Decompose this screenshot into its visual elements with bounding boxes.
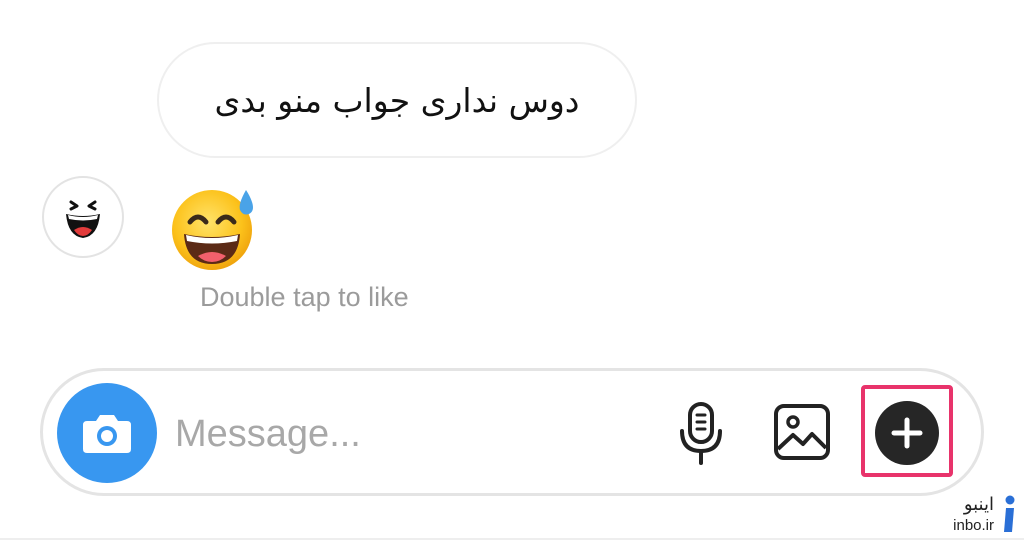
image-icon (774, 404, 830, 460)
camera-button[interactable] (57, 383, 157, 483)
inbo-logo-icon (1004, 495, 1015, 532)
message-input[interactable] (175, 407, 635, 461)
grinning-face-with-sweat-emoji-icon[interactable] (168, 180, 260, 272)
microphone-button[interactable] (673, 399, 729, 469)
watermark-fa: اینبو (963, 493, 994, 515)
chat-screen: دوس نداری جواب منو بدی Double tap to lik… (0, 0, 1024, 546)
sender-avatar[interactable] (42, 176, 124, 258)
gallery-button[interactable] (771, 401, 833, 463)
site-watermark: اینبو inbo.ir (953, 494, 1018, 534)
microphone-icon (680, 402, 722, 465)
message-composer (40, 368, 984, 496)
bottom-divider (0, 538, 1024, 540)
received-message-text: دوس نداری جواب منو بدی (214, 80, 580, 120)
camera-icon (83, 415, 131, 453)
double-tap-hint: Double tap to like (200, 282, 409, 312)
plus-icon (891, 417, 923, 449)
watermark-en: inbo.ir (953, 516, 994, 534)
add-more-button[interactable] (875, 401, 939, 465)
received-message-bubble[interactable]: دوس نداری جواب منو بدی (157, 42, 637, 158)
laughing-face-icon (66, 200, 100, 238)
